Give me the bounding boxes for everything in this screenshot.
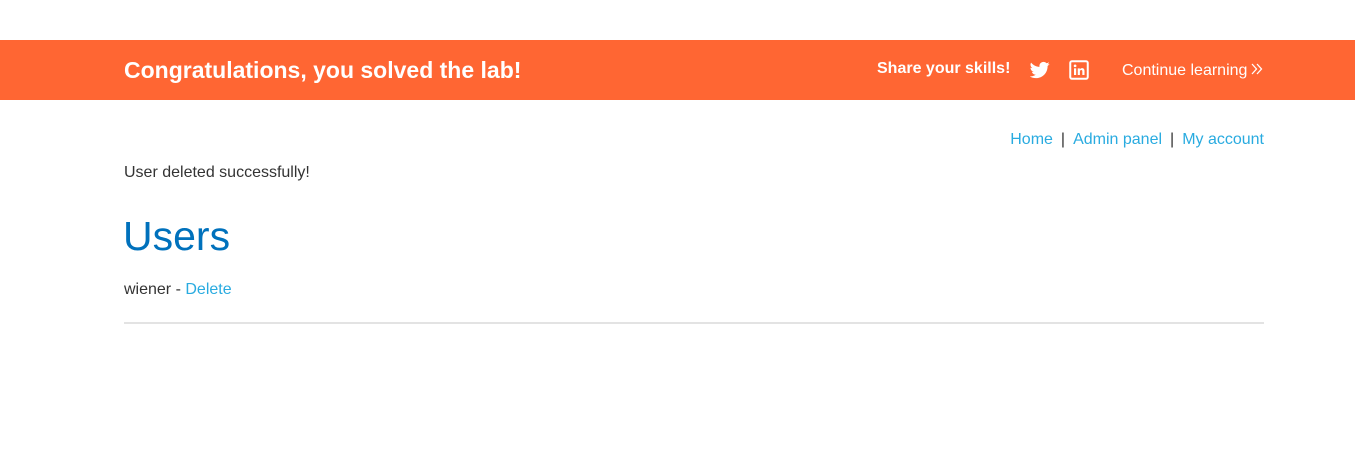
username: wiener xyxy=(124,281,172,298)
share-label: Share your skills! xyxy=(877,60,1011,77)
continue-learning-label: Continue learning xyxy=(1122,62,1248,79)
lab-solved-banner: Congratulations, you solved the lab! Sha… xyxy=(0,40,1355,100)
twitter-icon[interactable] xyxy=(1030,60,1050,80)
continue-learning-link[interactable]: Continue learning xyxy=(1122,61,1264,81)
banner-inner: Congratulations, you solved the lab! Sha… xyxy=(124,40,1264,100)
status-message: User deleted successfully! xyxy=(124,164,310,181)
nav-admin-panel-link[interactable]: Admin panel xyxy=(1073,131,1162,148)
double-chevron-right-icon xyxy=(1251,63,1263,75)
user-list-item: wiener - Delete xyxy=(124,280,232,300)
divider xyxy=(124,322,1264,324)
page-title: Users xyxy=(123,213,231,259)
user-row-separator: - xyxy=(175,281,181,298)
banner-title: Congratulations, you solved the lab! xyxy=(124,57,522,83)
nav-my-account-link[interactable]: My account xyxy=(1182,131,1264,148)
delete-user-link[interactable]: Delete xyxy=(185,281,231,298)
top-nav: Home | Admin panel | My account xyxy=(1010,130,1264,150)
linkedin-icon[interactable] xyxy=(1069,60,1089,80)
nav-separator: | xyxy=(1060,131,1066,148)
nav-separator: | xyxy=(1170,131,1175,148)
nav-home-link[interactable]: Home xyxy=(1010,131,1053,148)
